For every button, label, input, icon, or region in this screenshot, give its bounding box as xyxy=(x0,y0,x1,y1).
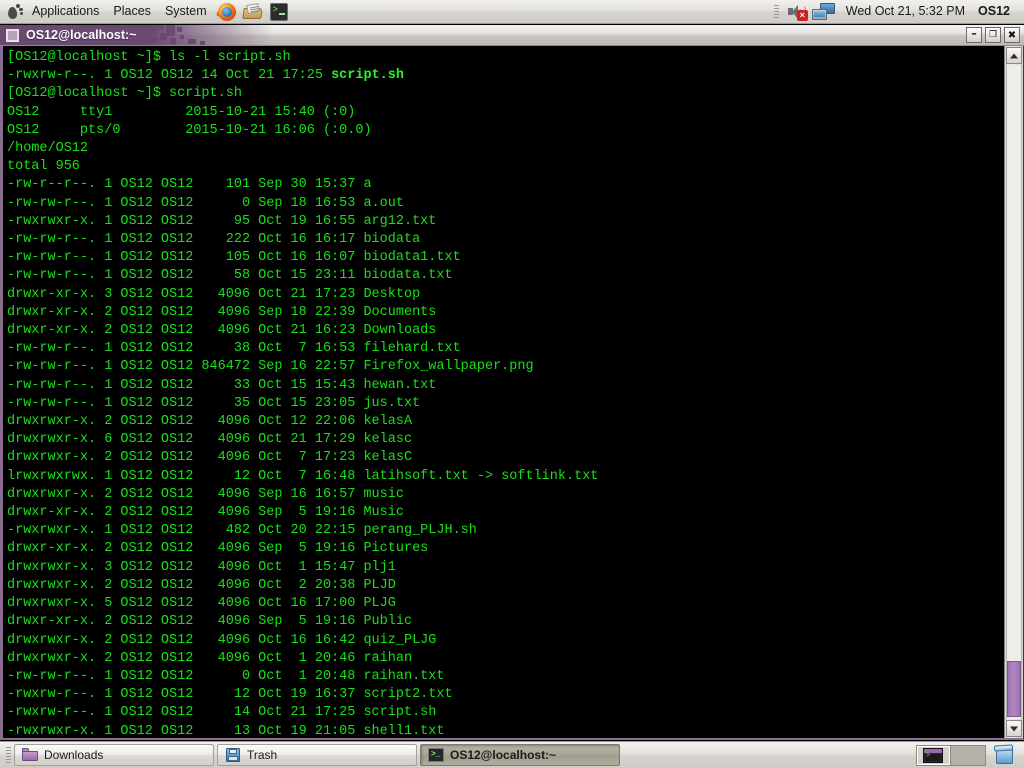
terminal-line: -rw-rw-r--. 1 OS12 OS12 0 Oct 1 20:48 ra… xyxy=(7,668,1004,686)
user-menu[interactable]: OS12 xyxy=(974,2,1018,21)
taskbar-label: Downloads xyxy=(44,748,103,762)
firefox-icon[interactable] xyxy=(215,1,239,23)
terminal-line: -rw-r--r--. 1 OS12 OS12 101 Sep 30 15:37… xyxy=(7,176,1004,194)
menu-applications[interactable]: Applications xyxy=(25,2,106,22)
files-icon[interactable] xyxy=(241,1,265,23)
workspace-1[interactable] xyxy=(917,746,951,765)
scroll-down-button[interactable] xyxy=(1006,720,1022,737)
terminal-line: -rwxrw-r--. 1 OS12 OS12 14 Oct 21 17:25 … xyxy=(7,704,1004,722)
window-icon xyxy=(6,29,19,42)
window-titlebar[interactable]: OS12@localhost:~ xyxy=(0,25,1024,46)
terminal-line: -rwxrw-r--. 1 OS12 OS12 12 Oct 19 16:37 … xyxy=(7,686,1004,704)
workspace-window-thumbnail xyxy=(923,748,943,763)
terminal-line: drwxrwxr-x. 2 OS12 OS12 4096 Oct 16 16:4… xyxy=(7,632,1004,650)
terminal-line: drwxrwxr-x. 2 OS12 OS12 4096 Sep 16 16:5… xyxy=(7,486,1004,504)
terminal-line: drwxrwxr-x. 5 OS12 OS12 4096 Oct 16 17:0… xyxy=(7,595,1004,613)
terminal-line: drwxr-xr-x. 2 OS12 OS12 4096 Sep 5 19:16… xyxy=(7,540,1004,558)
terminal-line: drwxr-xr-x. 2 OS12 OS12 4096 Sep 18 22:3… xyxy=(7,304,1004,322)
taskbar-item-terminal[interactable]: OS12@localhost:~ xyxy=(420,744,620,766)
workspace-2[interactable] xyxy=(951,746,985,765)
maximize-button[interactable] xyxy=(985,27,1001,43)
terminal-line: [OS12@localhost ~]$ script.sh xyxy=(7,85,1004,103)
terminal-line: drwxr-xr-x. 2 OS12 OS12 4096 Oct 21 16:2… xyxy=(7,322,1004,340)
terminal-line: drwxr-xr-x. 2 OS12 OS12 4096 Sep 5 19:16… xyxy=(7,613,1004,631)
terminal-icon[interactable] xyxy=(267,1,291,23)
terminal-line: drwxrwxr-x. 2 OS12 OS12 4096 Oct 2 20:38… xyxy=(7,577,1004,595)
terminal-output[interactable]: [OS12@localhost ~]$ ls -l script.sh-rwxr… xyxy=(3,46,1004,738)
terminal-line: total 956 xyxy=(7,158,1004,176)
terminal-line: -rwxrwxr-x. 1 OS12 OS12 95 Oct 19 16:55 … xyxy=(7,213,1004,231)
terminal-line: -rw-rw-r--. 1 OS12 OS12 0 Sep 18 16:53 a… xyxy=(7,195,1004,213)
terminal-line: -rw-rw-r--. 1 OS12 OS12 105 Oct 16 16:07… xyxy=(7,249,1004,267)
taskbar-label: Trash xyxy=(247,748,277,762)
taskbar-item-trash[interactable]: Trash xyxy=(217,744,417,766)
taskbar-label: OS12@localhost:~ xyxy=(450,748,556,762)
terminal-line: drwxrwxr-x. 3 OS12 OS12 4096 Oct 1 15:47… xyxy=(7,559,1004,577)
taskbar-item-downloads[interactable]: Downloads xyxy=(14,744,214,766)
terminal-line: -rw-rw-r--. 1 OS12 OS12 222 Oct 16 16:17… xyxy=(7,231,1004,249)
network-icon[interactable] xyxy=(811,2,837,22)
terminal-icon xyxy=(428,747,444,763)
volume-muted-icon[interactable]: × xyxy=(786,2,808,22)
terminal-line: drwxrwxr-x. 2 OS12 OS12 4096 Oct 12 22:0… xyxy=(7,413,1004,431)
terminal-line: drwxrwxr-x. 6 OS12 OS12 4096 Oct 21 17:2… xyxy=(7,431,1004,449)
terminal-line: OS12 tty1 2015-10-21 15:40 (:0) xyxy=(7,104,1004,122)
terminal-line-emphasis: script.sh xyxy=(331,68,404,83)
terminal-line: -rw-rw-r--. 1 OS12 OS12 58 Oct 15 23:11 … xyxy=(7,267,1004,285)
terminal-line: -rw-rw-r--. 1 OS12 OS12 846472 Sep 16 22… xyxy=(7,358,1004,376)
system-tray: × Wed Oct 21, 5:32 PM OS12 xyxy=(774,2,1024,22)
terminal-line: drwxr-xr-x. 3 OS12 OS12 4096 Oct 21 17:2… xyxy=(7,286,1004,304)
window-title: OS12@localhost:~ xyxy=(26,28,137,42)
terminal-line: [OS12@localhost ~]$ ls -l script.sh xyxy=(7,49,1004,67)
terminal-line: -rw-rw-r--. 1 OS12 OS12 33 Oct 15 15:43 … xyxy=(7,377,1004,395)
terminal-line: -rw-rw-r--. 1 OS12 OS12 35 Oct 15 23:05 … xyxy=(7,395,1004,413)
terminal-line: -rw-rw-r--. 1 OS12 OS12 38 Oct 7 16:53 f… xyxy=(7,340,1004,358)
terminal-line: drwxrwxr-x. 2 OS12 OS12 4096 Oct 7 17:23… xyxy=(7,449,1004,467)
trash-applet-icon[interactable] xyxy=(993,744,1017,766)
terminal-scrollbar[interactable] xyxy=(1004,46,1023,738)
close-button[interactable] xyxy=(1004,27,1020,43)
gnome-foot-icon[interactable] xyxy=(3,1,25,23)
menu-system[interactable]: System xyxy=(158,2,214,22)
folder-icon xyxy=(22,747,38,763)
window-controls xyxy=(966,27,1020,43)
scrollbar-track[interactable] xyxy=(1006,65,1022,719)
terminal-line: -rwxrwxr-x. 1 OS12 OS12 482 Oct 20 22:15… xyxy=(7,522,1004,540)
terminal-line: /home/OS12 xyxy=(7,140,1004,158)
scrollbar-thumb[interactable] xyxy=(1007,661,1021,717)
scroll-up-button[interactable] xyxy=(1006,47,1022,64)
workspace-switcher[interactable] xyxy=(916,745,986,766)
top-panel: Applications Places System × Wed Oct 21,… xyxy=(0,0,1024,24)
terminal-line: OS12 pts/0 2015-10-21 16:06 (:0.0) xyxy=(7,122,1004,140)
terminal-window: OS12@localhost:~ [OS12@localhost ~]$ ls … xyxy=(0,25,1024,741)
clock[interactable]: Wed Oct 21, 5:32 PM xyxy=(840,2,971,21)
terminal-body[interactable]: [OS12@localhost ~]$ ls -l script.sh-rwxr… xyxy=(0,46,1024,740)
bottom-panel: Downloads Trash OS12@localhost:~ xyxy=(0,741,1024,768)
terminal-line: -rwxrwxr-x. 1 OS12 OS12 13 Oct 19 21:05 … xyxy=(7,723,1004,738)
terminal-line: drwxrwxr-x. 2 OS12 OS12 4096 Oct 1 20:46… xyxy=(7,650,1004,668)
minimize-button[interactable] xyxy=(966,27,982,43)
tray-grip xyxy=(774,5,779,19)
terminal-line: drwxr-xr-x. 2 OS12 OS12 4096 Sep 5 19:16… xyxy=(7,504,1004,522)
trash-icon xyxy=(225,747,241,763)
menu-places[interactable]: Places xyxy=(106,2,158,22)
titlebar-dither xyxy=(148,25,278,46)
terminal-line: -rwxrw-r--. 1 OS12 OS12 14 Oct 21 17:25 … xyxy=(7,67,1004,85)
terminal-line: lrwxrwxrwx. 1 OS12 OS12 12 Oct 7 16:48 l… xyxy=(7,468,1004,486)
taskbar-grip xyxy=(6,747,11,763)
desktop-screen: Applications Places System × Wed Oct 21,… xyxy=(0,0,1024,768)
